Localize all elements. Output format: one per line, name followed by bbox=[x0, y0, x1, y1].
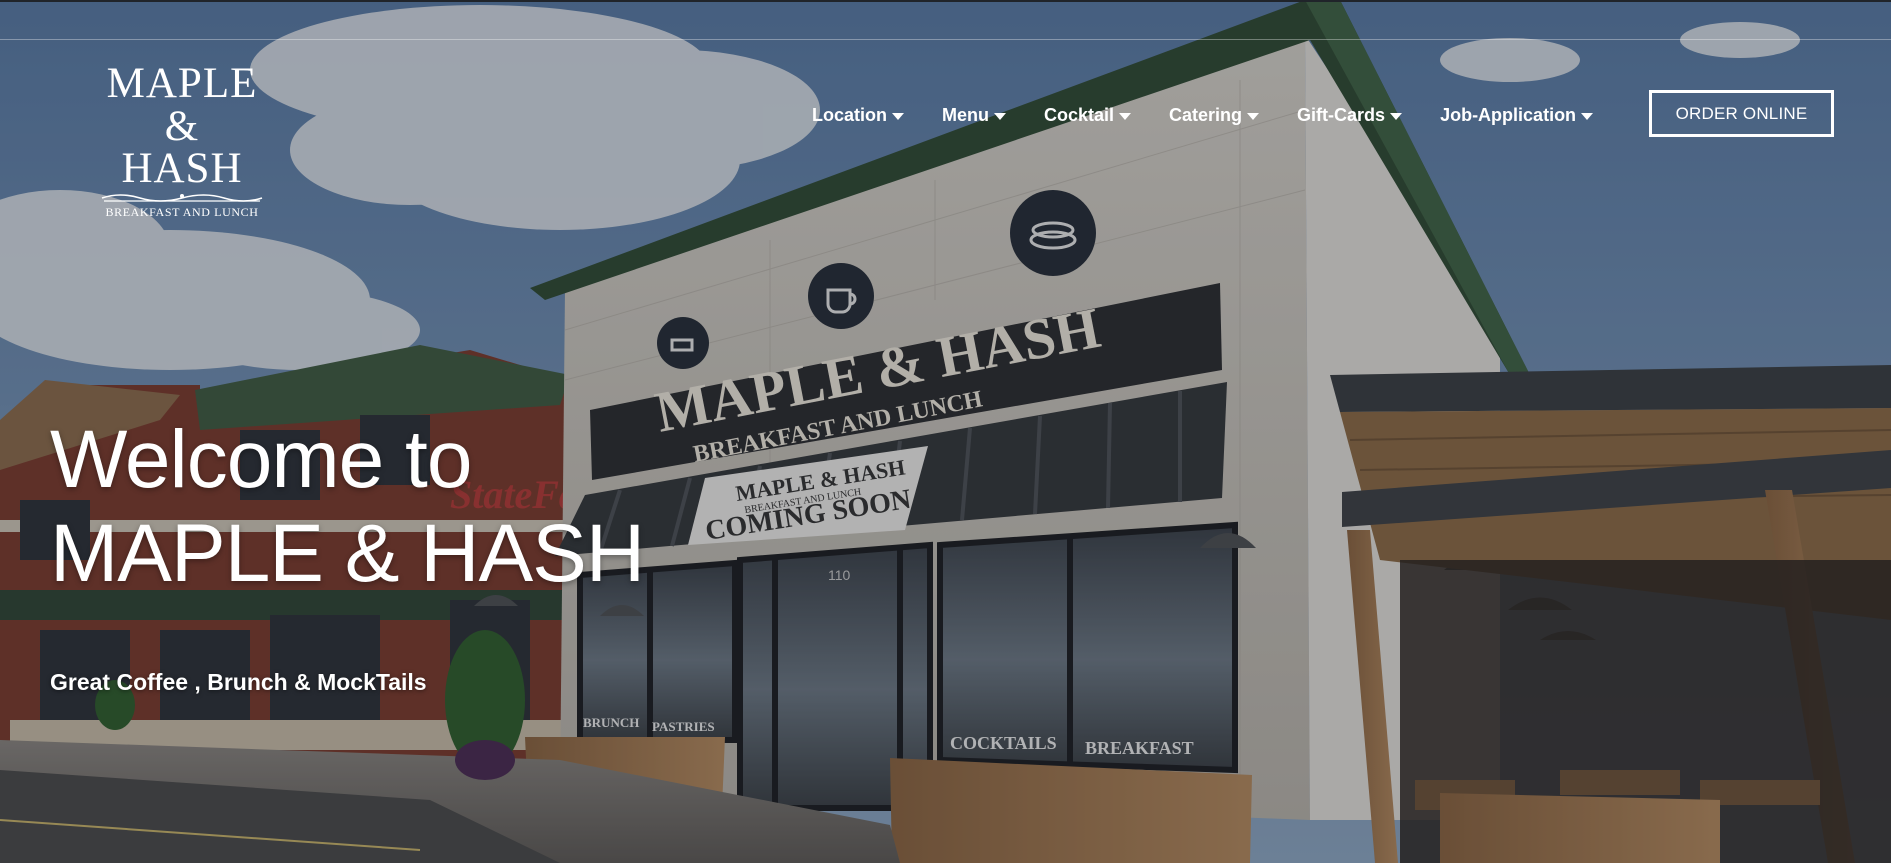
nav-gift-cards[interactable]: Gift-Cards bbox=[1297, 104, 1403, 126]
top-border bbox=[0, 0, 1891, 2]
caret-down-icon bbox=[892, 112, 904, 120]
nav-catering-label: Catering bbox=[1169, 104, 1243, 125]
nav-job-application[interactable]: Job-Application bbox=[1440, 104, 1594, 126]
nav-menu-label: Menu bbox=[942, 104, 989, 125]
nav-catering[interactable]: Catering bbox=[1169, 104, 1260, 126]
nav-gift-cards-label: Gift-Cards bbox=[1297, 104, 1386, 125]
hero-headline-line-2: MAPLE & HASH bbox=[50, 508, 645, 599]
logo-flourish-icon bbox=[101, 194, 263, 202]
caret-down-icon bbox=[994, 112, 1006, 120]
caret-down-icon bbox=[1390, 112, 1403, 120]
caret-down-icon bbox=[1581, 112, 1594, 120]
nav-job-application-label: Job-Application bbox=[1440, 104, 1577, 125]
nav-location-label: Location bbox=[812, 104, 887, 125]
nav-location[interactable]: Location bbox=[812, 105, 904, 126]
nav-menu[interactable]: Menu bbox=[942, 105, 1006, 126]
header-divider bbox=[0, 39, 1891, 40]
site-logo[interactable]: MAPLE & HASH BREAKFAST AND LUNCH bbox=[100, 60, 264, 219]
order-online-button[interactable]: ORDER ONLINE bbox=[1649, 90, 1834, 137]
hero-subheadline: Great Coffee , Brunch & MockTails bbox=[50, 669, 427, 695]
caret-down-icon bbox=[1247, 112, 1260, 120]
logo-line-1: MAPLE bbox=[106, 60, 258, 107]
hero-section: StateFa MAPLE & HASH BREAKFAST AND LUNCH… bbox=[0, 0, 1891, 863]
caret-down-icon bbox=[1119, 112, 1132, 120]
nav-cocktail-label: Cocktail bbox=[1044, 104, 1115, 125]
main-nav: Location Menu Cocktail Catering Gift-Car… bbox=[812, 103, 1594, 127]
hero-headline-line-1: Welcome to bbox=[50, 414, 472, 505]
logo-line-2: & HASH bbox=[121, 103, 243, 192]
nav-cocktail[interactable]: Cocktail bbox=[1044, 104, 1132, 126]
hero-headline: Welcome to MAPLE & HASH bbox=[50, 413, 645, 601]
logo-tagline: BREAKFAST AND LUNCH bbox=[105, 205, 259, 219]
